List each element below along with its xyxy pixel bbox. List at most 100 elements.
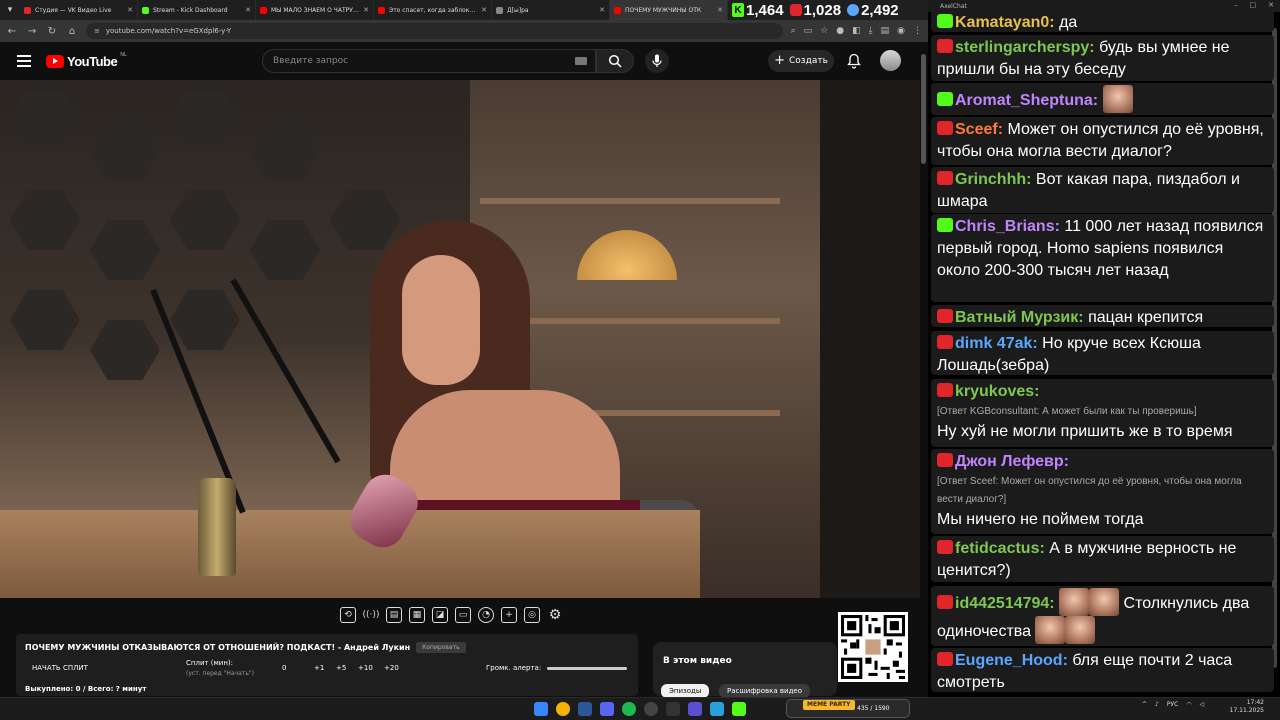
broadcast-icon[interactable]: ((·)) <box>363 607 380 623</box>
add-5-button[interactable]: +5 <box>336 664 346 672</box>
add-20-button[interactable]: +20 <box>384 664 399 672</box>
tab-menu-icon[interactable]: ▾ <box>0 0 20 20</box>
add-to-playlist-icon[interactable]: + <box>501 607 517 623</box>
search-placeholder: Введите запрос <box>273 56 349 66</box>
close-tab-icon[interactable]: ✕ <box>599 6 605 14</box>
video-player[interactable] <box>0 80 920 598</box>
add-10-button[interactable]: +10 <box>358 664 373 672</box>
meme-party-widget[interactable]: MEME PARTY 435 / 1590 <box>786 699 910 718</box>
tab-favicon-icon <box>614 6 621 14</box>
browser-tab[interactable]: МЫ МАЛО ЗНАЕМ О ЧАТРУЛЕ ✕ <box>256 0 374 20</box>
split-minutes-label: Сплит (мин): <box>186 659 234 667</box>
player-icon[interactable] <box>688 702 702 716</box>
clapper-icon[interactable]: ▦ <box>409 607 425 623</box>
face-emote-icon <box>1102 85 1133 113</box>
minimize-icon[interactable]: – <box>1234 1 1238 9</box>
chrome-icon[interactable] <box>556 702 570 716</box>
close-tab-icon[interactable]: ✕ <box>481 6 487 14</box>
tray-chevron-icon[interactable]: ^ <box>1142 701 1147 708</box>
cast-icon[interactable]: ▭ <box>804 26 813 36</box>
alert-volume-slider[interactable] <box>547 667 627 670</box>
close-tab-icon[interactable]: ✕ <box>127 6 133 14</box>
bought-minutes-text: Выкуплено: 0 / Всего: ? минут <box>25 685 147 693</box>
menu-icon[interactable] <box>17 55 31 67</box>
vk-live-badge-icon <box>937 171 953 185</box>
steam-icon[interactable] <box>578 702 592 716</box>
page-scrollbar[interactable] <box>920 42 928 696</box>
browser-tab[interactable]: Stream - Kick Dashboard ✕ <box>138 0 256 20</box>
chat-text: Мы ничего не поймем тогда <box>937 511 1144 528</box>
download-icon[interactable]: ⤓ <box>869 26 873 36</box>
add-1-button[interactable]: +1 <box>314 664 324 672</box>
speed-icon[interactable]: ◔ <box>478 607 494 623</box>
account-avatar[interactable] <box>880 50 901 71</box>
chip-episodes[interactable]: Эпизоды <box>661 684 710 698</box>
settings-gear-icon[interactable]: ⚙ <box>547 607 563 623</box>
clock[interactable]: 17:42 17.11.2025 <box>1228 699 1264 715</box>
close-tab-icon[interactable]: ✕ <box>717 6 723 14</box>
vk-live-badge-icon <box>937 453 953 467</box>
keyboard-icon[interactable] <box>575 57 587 65</box>
chat-username: kryukoves: <box>955 383 1040 400</box>
discord-icon[interactable] <box>600 702 614 716</box>
tray-mic-icon[interactable]: ♪ <box>1155 701 1159 708</box>
bookmark-star-icon[interactable]: ☆ <box>820 26 828 36</box>
chip-transcript[interactable]: Расшифровка видео <box>719 684 810 698</box>
home-icon[interactable]: ⌂ <box>66 26 78 37</box>
voice-search-button[interactable] <box>645 49 669 73</box>
url-text: youtube.com/watch?v=eGXdpl6-y-Y <box>105 27 232 35</box>
search-input[interactable]: Введите запрос <box>262 49 596 73</box>
zoom-icon[interactable]: ⌕ <box>791 26 796 36</box>
screenshot-icon[interactable]: ◎ <box>524 607 540 623</box>
close-tab-icon[interactable]: ✕ <box>363 6 369 14</box>
stream-stats: K 1,464 1,028 2,492 <box>728 0 928 20</box>
chat-message: Kamatayan0: да <box>931 10 1274 32</box>
window-controls: – □ ✕ <box>1234 1 1274 9</box>
telegram-icon[interactable] <box>710 702 724 716</box>
shelf <box>480 198 780 204</box>
spotify-icon[interactable] <box>622 702 636 716</box>
close-tab-icon[interactable]: ✕ <box>245 6 251 14</box>
scrollbar-thumb[interactable] <box>921 54 926 164</box>
url-field[interactable]: ≡ youtube.com/watch?v=eGXdpl6-y-Y <box>86 23 783 39</box>
vk-live-badge-icon <box>937 595 953 609</box>
playlist-icon[interactable]: ▤ <box>386 607 402 623</box>
kick-app-icon[interactable] <box>732 702 746 716</box>
browser-tab[interactable]: Студия — VK Видео Live ✕ <box>20 0 138 20</box>
notifications-bell-icon[interactable] <box>847 53 861 69</box>
browser-tab[interactable]: Д[ы]ра ✕ <box>492 0 610 20</box>
language-indicator[interactable]: РУС <box>1167 701 1178 708</box>
profile-icon[interactable]: ◉ <box>897 26 905 36</box>
extension-puzzle-icon[interactable]: ◧ <box>852 26 861 36</box>
split-minutes-value[interactable]: 0 <box>282 664 286 672</box>
total-viewers-stat: 2,492 <box>847 2 899 19</box>
maximize-icon[interactable]: □ <box>1250 1 1257 9</box>
loop-icon[interactable]: ⟲ <box>340 607 356 623</box>
search-button[interactable] <box>596 49 634 73</box>
volume-icon[interactable]: ◁ <box>1200 701 1205 708</box>
youtube-logo[interactable]: YouTube NL <box>46 52 127 69</box>
start-split-button[interactable]: НАЧАТЬ СПЛИТ <box>32 664 88 672</box>
face-emote-icon <box>1089 588 1120 616</box>
start-icon[interactable] <box>534 702 548 716</box>
extension-icon[interactable]: ● <box>836 26 844 36</box>
obs-icon[interactable] <box>644 702 658 716</box>
site-info-icon[interactable]: ≡ <box>94 27 100 35</box>
forward-icon[interactable]: → <box>26 26 38 37</box>
picture-in-picture-icon[interactable]: ◪ <box>432 607 448 623</box>
sidebar-icon[interactable]: ▤ <box>881 26 890 36</box>
alert-volume-fill <box>547 667 627 670</box>
create-button[interactable]: + Создать <box>768 50 834 72</box>
browser-tab[interactable]: Это спасет, когда заблокиру ✕ <box>374 0 492 20</box>
face-emote-icon <box>1065 616 1096 644</box>
network-icon[interactable]: ◠ <box>1186 701 1191 708</box>
copy-title-button[interactable]: Копировать <box>416 642 466 653</box>
app-icon[interactable] <box>666 702 680 716</box>
browser-tab[interactable]: ПОЧЕМУ МУЖЧИНЫ ОТК ✕ <box>610 0 728 20</box>
close-icon[interactable]: ✕ <box>1268 1 1274 9</box>
browser-menu-icon[interactable]: ⋮ <box>913 26 922 36</box>
theater-mode-icon[interactable]: ▭ <box>455 607 471 623</box>
back-icon[interactable]: ← <box>6 26 18 37</box>
reload-icon[interactable]: ↻ <box>46 26 58 37</box>
chat-text: одиночества <box>937 623 1031 640</box>
